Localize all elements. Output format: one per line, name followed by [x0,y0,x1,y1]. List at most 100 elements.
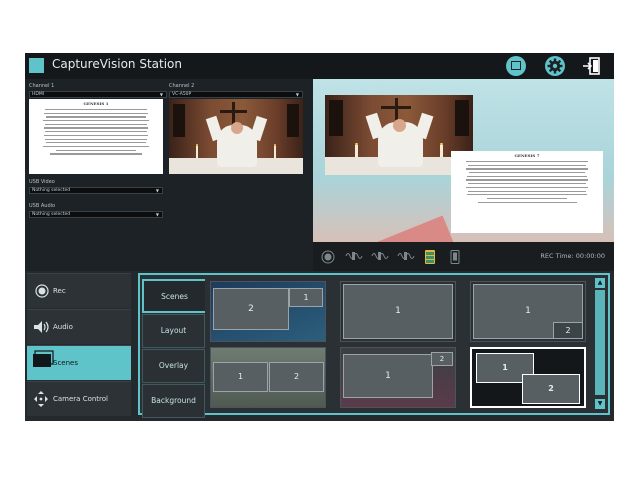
settings-button[interactable] [545,56,565,76]
usb-audio-label: USB Audio [29,203,56,209]
scenes-content-panel: Scenes Layout Overlay Background 2 1 1 1… [138,273,610,418]
speaker-wave-icon [371,252,389,260]
scenes-icon [33,350,54,367]
channel1-select[interactable]: HDMI ▼ [29,91,167,98]
scene-thumb-3[interactable]: 1 2 [470,281,586,342]
sidebar-item-camera-control[interactable]: Camera Control [27,381,131,416]
text-line [467,190,587,192]
recording-controls-bar: REC Time: 00:00:00 [313,242,614,271]
text-line [42,120,149,122]
header-bar: CaptureVision Station [25,53,614,79]
channel2-value: VC-A50P [172,92,192,97]
layout-slot: 1 [343,284,453,339]
audio-level-button-1[interactable] [344,250,364,262]
gear-icon [547,58,563,74]
channel2-video-feed [169,99,303,174]
tab-overlay[interactable]: Overlay [142,349,205,383]
thumbnails-scrollbar[interactable]: ▲ ▼ [594,277,606,411]
layout-slot: 1 [343,354,433,398]
sidebar-item-label: Rec [53,287,66,295]
record-button[interactable] [321,250,335,264]
usb-audio-select[interactable]: Nothing selected ▼ [29,211,163,218]
text-line [43,112,149,114]
usb-video-label: USB Video [29,179,55,185]
audio-level-button-2[interactable] [370,250,390,262]
sidebar-item-audio[interactable]: Audio [27,309,131,344]
tab-layout[interactable]: Layout [142,314,205,348]
usb-video-select[interactable]: Nothing selected ▼ [29,187,163,194]
usb-audio-value: Nothing selected [32,212,71,217]
exit-button[interactable] [582,56,602,76]
channel2-select[interactable]: VC-A50P ▼ [169,91,303,98]
program-preview: GENESIS 7 [313,79,614,242]
storage-button[interactable] [425,250,435,264]
scene-thumb-4[interactable]: 1 2 [210,347,326,408]
usb-video-value: Nothing selected [32,188,71,193]
text-line [56,149,136,151]
screen-icon [511,61,521,70]
text-line [44,138,148,140]
layout-slot: 1 [289,288,323,307]
text-line [44,123,148,126]
audio-level-button-3[interactable] [396,250,416,262]
camera-control-icon [34,391,48,407]
app-title: CaptureVision Station [52,57,183,71]
text-line [466,175,588,178]
caret-down-icon: ▼ [155,212,159,217]
background-roof-shape [368,215,458,242]
caret-down-icon: ▼ [159,92,163,97]
text-line [465,186,589,189]
layout-slot: 2 [269,362,324,392]
text-line [43,134,149,137]
mobile-device-button[interactable] [449,250,461,264]
text-line [466,161,588,163]
preview-document-inset: GENESIS 7 [451,151,603,233]
sidebar-item-rec[interactable]: Rec [27,273,131,308]
text-line [468,183,586,185]
text-line [465,168,589,170]
exit-door-icon [583,57,600,75]
channel1-label: Channel 1 [29,83,55,89]
text-line [44,127,148,129]
document-title: GENESIS 1 [83,101,109,106]
speaker-icon [34,321,49,333]
speaker-wave-icon [397,252,415,260]
record-icon [321,250,335,264]
scene-thumbnails-grid: 2 1 1 1 2 1 2 1 2 1 2 [210,281,590,409]
tab-background[interactable]: Background [142,384,205,418]
scroll-up-icon[interactable]: ▲ [595,278,605,288]
scene-thumb-6-selected[interactable]: 1 2 [470,347,586,408]
channel2-label: Channel 2 [169,83,195,89]
text-line [45,116,147,118]
sidebar-item-label: Audio [53,323,73,331]
scene-thumb-5[interactable]: 1 2 [340,347,456,408]
text-line [466,194,588,196]
scene-thumb-2[interactable]: 1 [340,281,456,342]
sidebar-item-label: Scenes [53,359,78,367]
channel1-document-feed: GENESIS 1 [29,99,163,174]
text-line [45,142,147,144]
text-line [50,153,142,155]
presentation-button[interactable] [506,56,526,76]
layout-slot: 2 [213,288,289,330]
storage-icon [425,250,435,264]
text-line [44,109,148,111]
mobile-device-icon [450,250,460,264]
text-line [468,172,586,174]
layout-slot: 2 [553,322,583,339]
scroll-down-icon[interactable]: ▼ [595,399,605,409]
tab-scenes[interactable]: Scenes [142,279,205,313]
text-line [487,197,567,200]
text-line [42,145,149,148]
rec-time-readout: REC Time: 00:00:00 [540,252,605,260]
speaker-wave-icon [345,252,363,260]
sidebar-item-scenes[interactable]: Scenes [27,345,131,380]
scrollbar-thumb[interactable] [595,290,605,395]
layout-slot: 2 [431,352,453,366]
scene-thumb-1[interactable]: 2 1 [210,281,326,342]
sidebar-item-label: Camera Control [53,395,108,403]
record-icon [35,284,49,298]
layout-slot: 2 [522,374,580,404]
text-line [467,164,587,166]
caret-down-icon: ▼ [155,188,159,193]
